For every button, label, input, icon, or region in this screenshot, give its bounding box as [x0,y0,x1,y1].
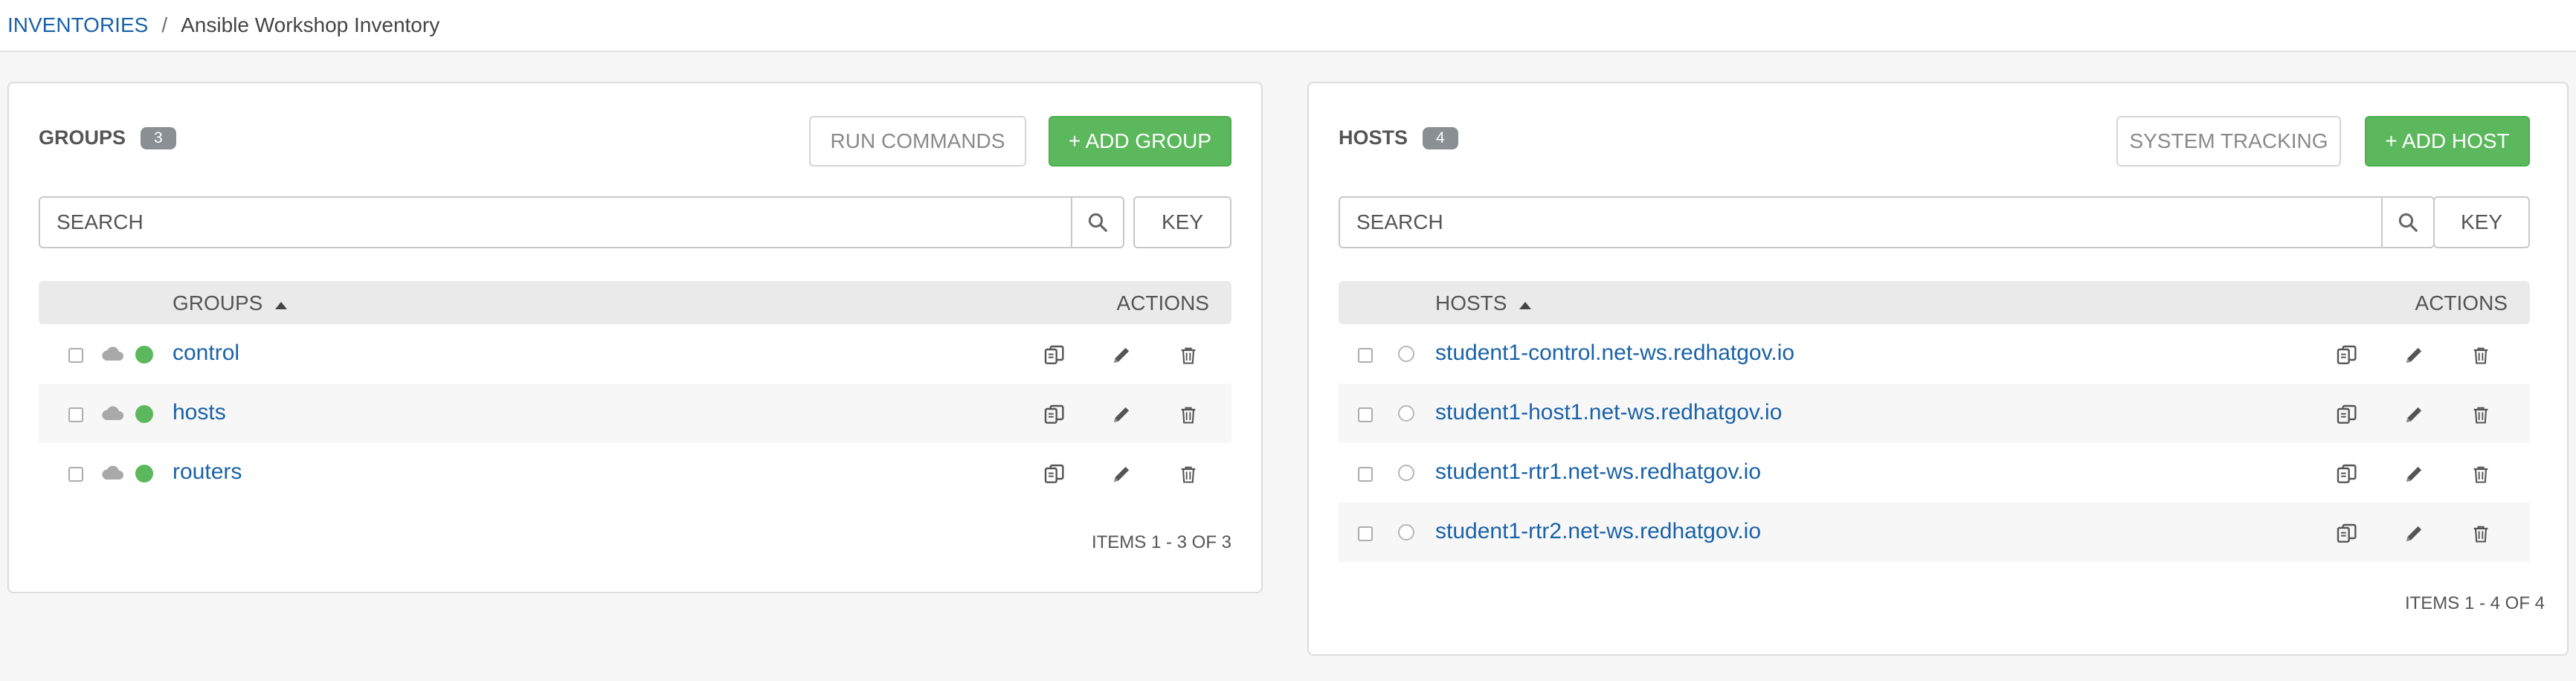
hosts-key-button[interactable]: KEY [2433,196,2530,248]
pencil-icon[interactable] [1110,403,1133,427]
cloud-icon [100,404,125,426]
hosts-search-input[interactable] [1340,198,2381,247]
pencil-icon[interactable] [1110,462,1133,486]
groups-search-button[interactable] [1071,198,1123,247]
trash-icon[interactable] [2469,403,2493,427]
trash-icon[interactable] [1176,343,1200,367]
host-row: student1-host1.net-ws.redhatgov.io [1339,384,2530,443]
hosts-count-badge: 4 [1423,126,1458,149]
run-commands-button[interactable]: RUN COMMANDS [809,116,1026,167]
pencil-icon[interactable] [1110,343,1133,367]
pencil-icon[interactable] [2402,343,2426,367]
copy-icon[interactable] [2335,522,2359,546]
host-name-link[interactable]: student1-host1.net-ws.redhatgov.io [1435,400,1782,425]
cloud-icon [100,345,125,367]
copy-icon[interactable] [2335,403,2359,427]
row-checkbox[interactable] [68,348,83,363]
hosts-column-actions: ACTIONS [2415,291,2508,314]
groups-count-badge: 3 [141,126,176,149]
groups-title-label: GROUPS [39,126,126,149]
hosts-table-header: HOSTS ACTIONS [1339,281,2530,324]
group-row: routers [39,443,1231,503]
groups-key-button[interactable]: KEY [1133,196,1231,248]
trash-icon[interactable] [1176,403,1200,427]
host-row: student1-control.net-ws.redhatgov.io [1339,324,2530,384]
search-icon [1088,213,1107,232]
breadcrumb-separator: / [161,13,168,36]
pencil-icon[interactable] [2402,462,2426,486]
row-checkbox[interactable] [68,467,83,482]
breadcrumb: INVENTORIES / Ansible Workshop Inventory [0,0,2576,52]
hosts-items-footer: ITEMS 1 - 4 OF 4 [2404,593,2545,613]
row-checkbox[interactable] [1358,348,1373,363]
pencil-icon[interactable] [2402,403,2426,427]
host-name-link[interactable]: student1-control.net-ws.redhatgov.io [1435,340,1794,366]
group-name-link[interactable]: control [173,340,239,366]
copy-icon[interactable] [1043,343,1066,367]
copy-icon[interactable] [1043,403,1066,427]
group-row: hosts [39,384,1231,443]
groups-search-input[interactable] [40,198,1071,247]
trash-icon[interactable] [1176,462,1200,486]
breadcrumb-current: Ansible Workshop Inventory [181,13,440,36]
add-group-button[interactable]: + ADD GROUP [1049,116,1231,167]
trash-icon[interactable] [2469,522,2493,546]
status-icon [135,405,153,423]
breadcrumb-inventories-link[interactable]: INVENTORIES [7,13,148,37]
group-row: control [39,324,1231,384]
host-row: student1-rtr1.net-ws.redhatgov.io [1339,443,2530,503]
row-checkbox[interactable] [1358,407,1373,422]
trash-icon[interactable] [2469,343,2493,367]
sort-ascending-icon [274,291,288,315]
groups-column-label: GROUPS [173,291,263,314]
cloud-icon [100,464,125,485]
group-name-link[interactable]: routers [173,459,242,485]
host-row: student1-rtr2.net-ws.redhatgov.io [1339,503,2530,562]
groups-items-footer: ITEMS 1 - 3 OF 3 [1091,532,1231,552]
hosts-panel: HOSTS 4 SYSTEM TRACKING + ADD HOST KEY H… [1307,82,2569,656]
hosts-column-name[interactable]: HOSTS [1435,291,1532,315]
status-icon [1398,465,1414,481]
groups-column-name[interactable]: GROUPS [173,291,288,315]
groups-title: GROUPS 3 [39,126,176,149]
groups-column-actions: ACTIONS [1116,291,1209,314]
status-icon [135,346,153,364]
status-icon [1398,346,1414,362]
search-icon [2398,213,2418,232]
row-checkbox[interactable] [68,407,83,422]
row-checkbox[interactable] [1358,526,1373,541]
status-icon [135,465,153,482]
status-icon [1398,405,1414,422]
hosts-title-label: HOSTS [1339,126,1408,149]
hosts-title: HOSTS 4 [1339,126,1458,149]
copy-icon[interactable] [2335,343,2359,367]
add-host-button[interactable]: + ADD HOST [2365,116,2530,167]
hosts-search [1339,196,2435,248]
trash-icon[interactable] [2469,462,2493,486]
row-checkbox[interactable] [1358,467,1373,482]
groups-search [39,196,1124,248]
copy-icon[interactable] [2335,462,2359,486]
hosts-column-label: HOSTS [1435,291,1507,314]
groups-table-header: GROUPS ACTIONS [39,281,1231,324]
system-tracking-button[interactable]: SYSTEM TRACKING [2116,116,2341,167]
group-name-link[interactable]: hosts [173,400,226,425]
status-icon [1398,524,1414,540]
hosts-search-button[interactable] [2381,198,2433,247]
sort-ascending-icon [1519,291,1532,315]
groups-panel: GROUPS 3 RUN COMMANDS + ADD GROUP KEY GR… [7,82,1263,593]
pencil-icon[interactable] [2402,522,2426,546]
copy-icon[interactable] [1043,462,1066,486]
host-name-link[interactable]: student1-rtr1.net-ws.redhatgov.io [1435,459,1761,485]
host-name-link[interactable]: student1-rtr2.net-ws.redhatgov.io [1435,519,1761,544]
